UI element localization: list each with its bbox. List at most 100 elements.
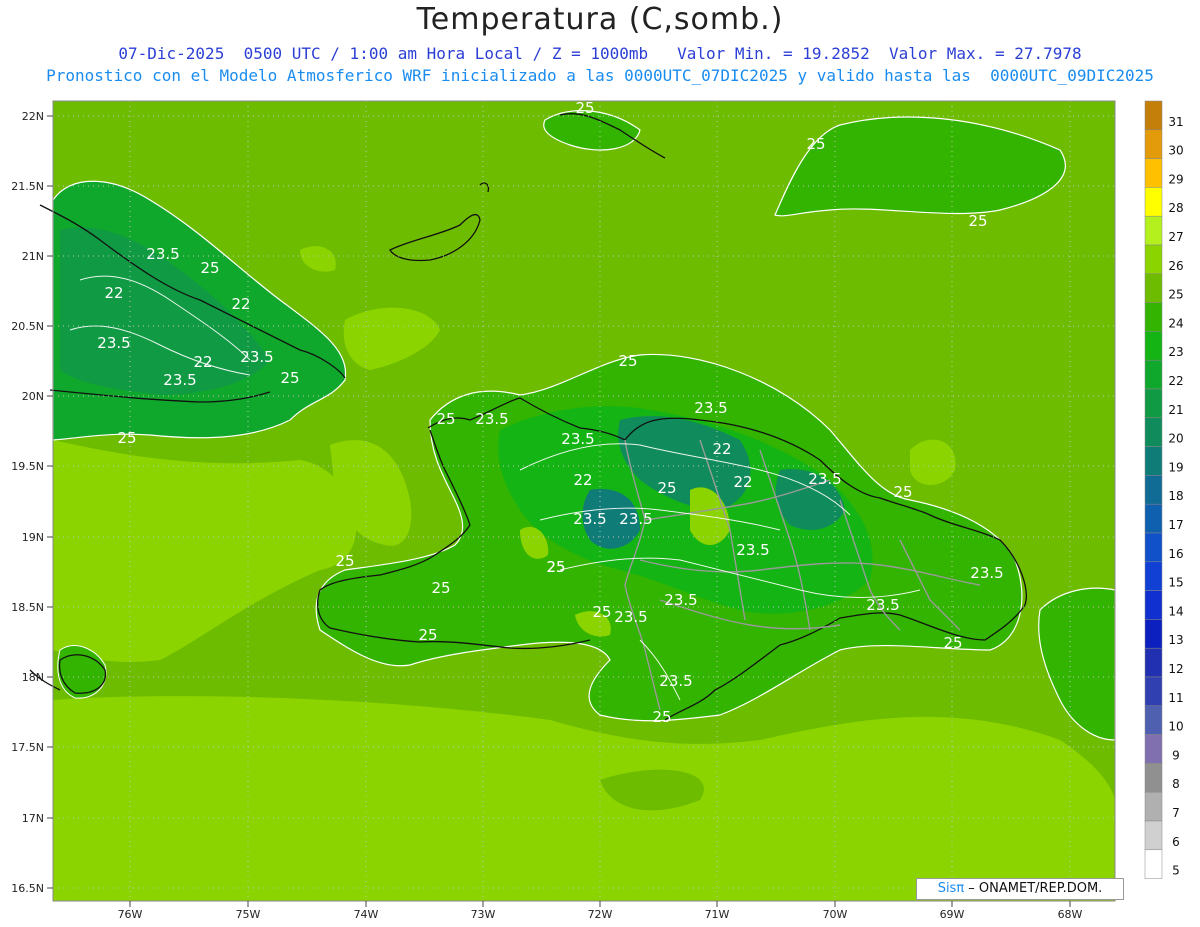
colorbar-label: 17 [1168, 518, 1183, 532]
lat-label: 20.5N [11, 320, 44, 333]
lon-label: 74W [354, 908, 379, 921]
colorbar-label: 27 [1168, 230, 1183, 244]
contour-label: 22 [712, 440, 731, 458]
colorbar-label: 20 [1168, 432, 1183, 446]
contour-label: 25 [117, 429, 136, 447]
contour-label: 25 [200, 259, 219, 277]
contour-label: 23.5 [808, 470, 841, 488]
contour-label: 23.5 [866, 596, 899, 614]
colorbar-label: 29 [1168, 172, 1183, 186]
contour-label: 23.5 [619, 510, 652, 528]
colorbar-swatch [1144, 561, 1163, 591]
colorbar-swatch [1144, 590, 1163, 620]
colorbar-label: 11 [1168, 691, 1183, 705]
colorbar-label: 28 [1168, 201, 1183, 215]
contour-label: 23.5 [664, 591, 697, 609]
colorbar-swatch [1144, 158, 1163, 188]
colorbar-label: 24 [1168, 316, 1183, 330]
colorbar-label: 8 [1172, 777, 1180, 791]
colorbar-label: 31 [1168, 115, 1183, 129]
contour-label: 25 [436, 410, 455, 428]
colorbar-swatch [1144, 532, 1163, 563]
contour-label: 23.5 [970, 564, 1003, 582]
lat-label: 20N [22, 390, 44, 403]
contour-label: 25 [418, 626, 437, 644]
contour-label: 23.5 [614, 608, 647, 626]
contour-label: 23.5 [573, 510, 606, 528]
contour-label: 22 [733, 473, 752, 491]
contour-label: 25 [546, 558, 565, 576]
contour-label: 23.5 [561, 430, 594, 448]
colorbar-label: 7 [1172, 806, 1180, 820]
colorbar-label: 22 [1168, 374, 1183, 388]
lat-label: 17.5N [11, 741, 44, 754]
lat-label: 19N [22, 531, 44, 544]
colorbar-label: 13 [1168, 633, 1183, 647]
colorbar-swatch [1144, 359, 1163, 390]
colorbar-label: 25 [1168, 288, 1183, 302]
lat-label: 16.5N [11, 882, 44, 895]
lon-label: 75W [236, 908, 261, 921]
colorbar-label: 5 [1172, 864, 1180, 878]
lat-label: 22N [22, 110, 44, 123]
colorbar-swatch [1144, 331, 1163, 361]
colorbar-swatch [1144, 446, 1163, 476]
colorbar-swatch [1144, 849, 1163, 879]
lat-label: 19.5N [11, 460, 44, 473]
contour-label: 22 [573, 471, 592, 489]
contour-label: 23.5 [694, 399, 727, 417]
colorbar-swatch [1144, 388, 1163, 419]
lon-label: 76W [118, 908, 143, 921]
colorbar-swatch [1144, 100, 1163, 131]
colorbar-label: 16 [1168, 547, 1183, 561]
contour-label: 25 [657, 479, 676, 497]
contour-label: 25 [893, 483, 912, 501]
lat-label: 18.5N [11, 601, 44, 614]
colorbar-label: 23 [1168, 345, 1183, 359]
colorbar-label: 19 [1168, 460, 1183, 474]
colorbar-swatch [1144, 215, 1163, 246]
temperature-map: 22N 21.5N 21N 20.5N 20N 19.5N 19N 18.5N 18N 17.5N… [11, 99, 1183, 921]
colorbar-label: 12 [1168, 662, 1183, 676]
sispi-logo: Sisπ [937, 881, 965, 896]
colorbar-label: 26 [1168, 259, 1183, 273]
colorbar-label: 21 [1168, 403, 1183, 417]
contour-label: 25 [943, 634, 962, 652]
colorbar-label: 14 [1168, 604, 1183, 618]
colorbar-swatch [1144, 244, 1163, 275]
colorbar-swatch [1144, 820, 1163, 851]
contour-label: 23.5 [240, 348, 273, 366]
contour-label: 23.5 [475, 410, 508, 428]
lat-label: 17N [22, 812, 44, 825]
contour-label: 23.5 [97, 334, 130, 352]
credit-box: Sisπ – ONAMET/REP.DOM. [916, 878, 1124, 900]
colorbar-swatch [1144, 129, 1163, 159]
colorbar-label: 15 [1168, 576, 1183, 590]
contour-label: 23.5 [163, 371, 196, 389]
contour-label: 25 [618, 352, 637, 370]
lat-label: 21N [22, 250, 44, 263]
contour-label: 23.5 [146, 245, 179, 263]
colorbar-swatch [1144, 619, 1163, 649]
colorbar-label: 18 [1168, 489, 1183, 503]
lon-label: 69W [940, 908, 965, 921]
colorbar-swatch [1144, 763, 1163, 793]
contour-label: 22 [104, 284, 123, 302]
colorbar-swatch [1144, 273, 1163, 303]
lat-label: 21.5N [11, 180, 44, 193]
contour-label: 25 [575, 99, 594, 117]
colorbar-swatch [1144, 417, 1163, 447]
contour-label: 22 [231, 295, 250, 313]
colorbar-swatch [1144, 705, 1163, 735]
contour-label: 23.5 [736, 541, 769, 559]
colorbar-swatch [1144, 791, 1163, 822]
contour-label: 25 [280, 369, 299, 387]
contour-label: 25 [335, 552, 354, 570]
contour-label: 25 [968, 212, 987, 230]
lon-label: 71W [705, 908, 730, 921]
lon-label: 70W [823, 908, 848, 921]
colorbar-label: 6 [1172, 835, 1180, 849]
credit-text: – ONAMET/REP.DOM. [964, 881, 1103, 896]
colorbar-label: 30 [1168, 144, 1183, 158]
contour-label: 25 [652, 708, 671, 726]
